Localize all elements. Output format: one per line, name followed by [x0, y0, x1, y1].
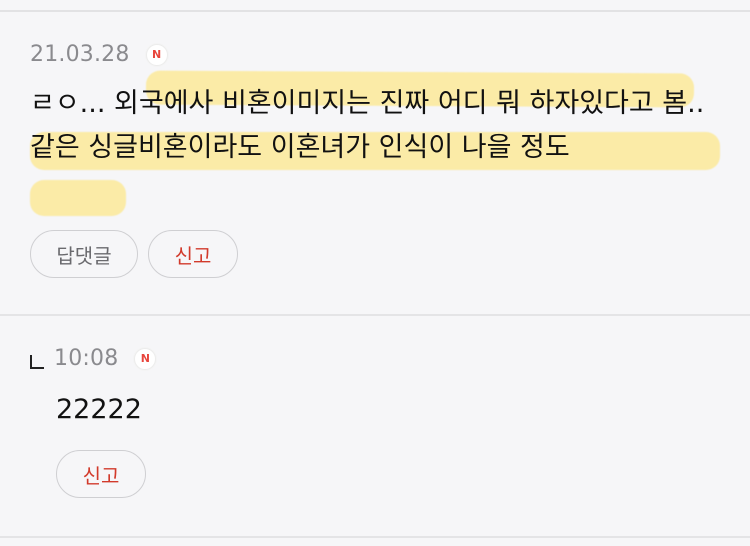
text-highlight	[30, 180, 126, 216]
bottom-divider	[0, 536, 750, 538]
comment-item: 21.03.28 N ㄹㅇ... 외국에사 비혼이미지는 진짜 어디 뭐 하자있…	[0, 12, 750, 314]
comment-date: 21.03.28	[30, 42, 130, 67]
reply-arrow-icon	[30, 354, 44, 369]
reply-button[interactable]: 답댓글	[30, 230, 138, 278]
new-badge-icon: N	[134, 347, 157, 370]
reply-text: 22222	[56, 394, 142, 425]
new-badge-icon: N	[145, 43, 168, 66]
reply-actions: 신고	[56, 450, 146, 498]
reply-meta: 10:08 N	[30, 346, 157, 371]
reply-item: 10:08 N 22222 신고	[0, 316, 750, 536]
report-button[interactable]: 신고	[148, 230, 238, 278]
comment-actions: 답댓글 신고	[30, 230, 238, 278]
comment-text: ㄹㅇ... 외국에사 비혼이미지는 진짜 어디 뭐 하자있다고 봄.. 같은 싱…	[30, 88, 705, 163]
comment-meta: 21.03.28 N	[30, 42, 168, 67]
report-button[interactable]: 신고	[56, 450, 146, 498]
reply-time: 10:08	[54, 346, 119, 371]
